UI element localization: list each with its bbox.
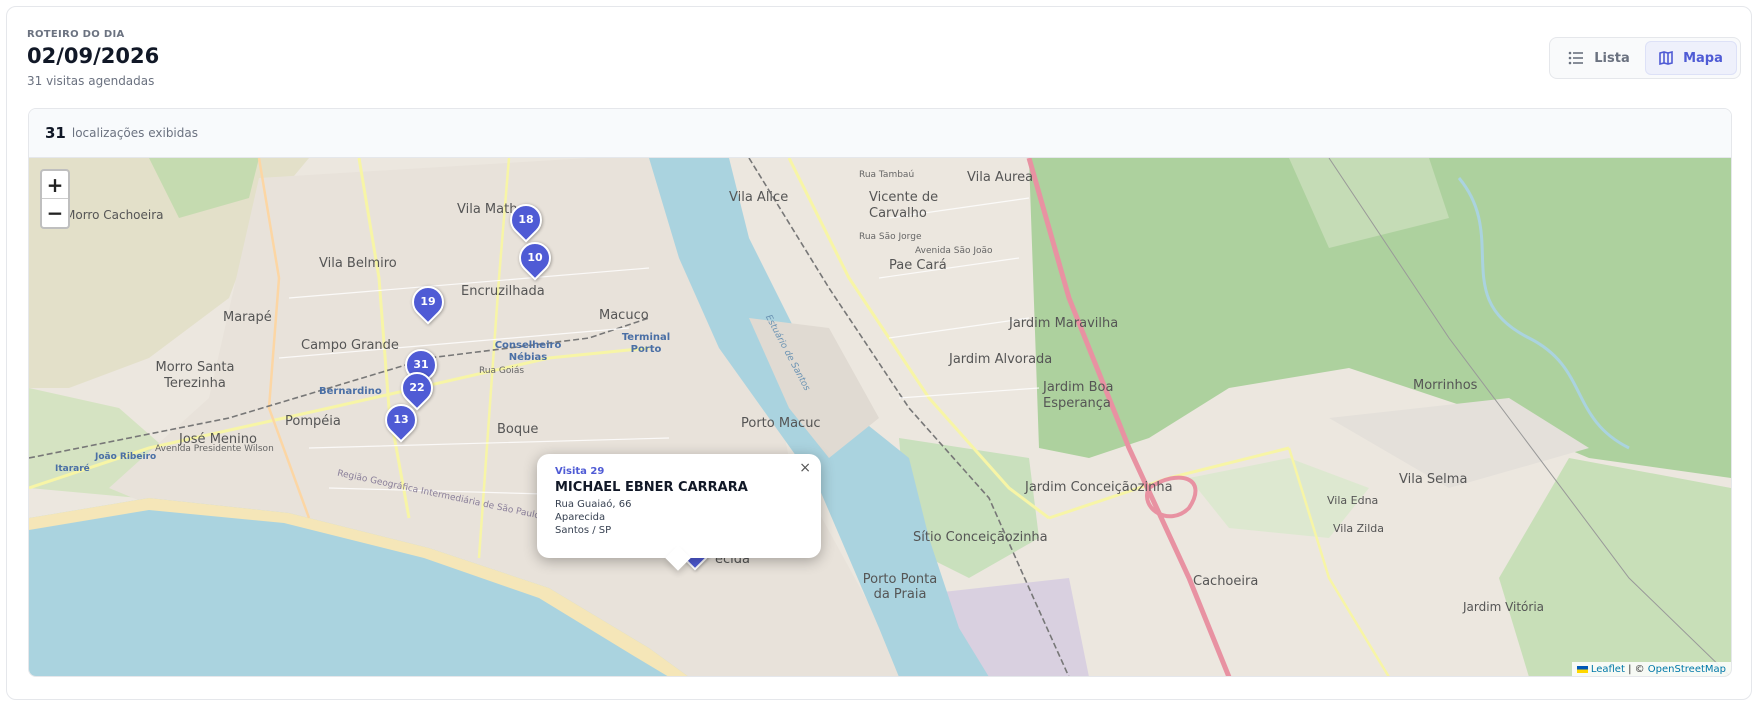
page-title-date: 02/09/2026: [27, 44, 160, 68]
map-label-joao-ribeiro: João Ribeiro: [95, 452, 157, 462]
map-label-rua-sao-jorge: Rua São Jorge: [859, 232, 922, 242]
map-label-pae-cara: Pae Cará: [889, 258, 947, 273]
view-toggle: Lista Mapa: [1549, 37, 1741, 79]
marker-number: 19: [420, 295, 436, 308]
map-label-jardim-vitoria: Jardim Vitória: [1463, 600, 1545, 614]
ukraine-flag-icon: [1576, 665, 1588, 673]
locations-count-label: localizações exibidas: [71, 126, 198, 140]
zoom-in-button[interactable]: +: [42, 171, 68, 199]
map-label-vila-selma: Vila Selma: [1399, 472, 1468, 487]
map-view-label: Mapa: [1683, 50, 1723, 66]
visit-popup: × Visita 29 MICHAEL EBNER CARRARA Rua Gu…: [537, 454, 821, 571]
map-panel: 31 localizações exibidas Vila Aurea Vila…: [28, 108, 1732, 677]
osm-link[interactable]: OpenStreetMap: [1648, 664, 1726, 675]
popup-visit-title: Visita 29: [555, 466, 605, 477]
map-label-jardim-conceicaozinha: Jardim Conceiçãozinha: [1025, 480, 1173, 495]
map-label-pompeia: Pompéia: [285, 414, 341, 429]
map-label-vicente-de-carvalho: Vicente de Carvalho: [869, 190, 939, 221]
list-icon: [1568, 51, 1584, 65]
map-label-rua-goias: Rua Goiás: [479, 366, 525, 376]
map-label-boqueirao: Boque: [497, 422, 539, 437]
map-label-porto-ponta-da-praia: Porto Ponta da Praia: [862, 572, 938, 602]
list-view-label: Lista: [1594, 50, 1630, 66]
map-label-jardim-boa-esperanca: Jardim Boa Esperança: [1043, 380, 1114, 411]
map-label-jardim-alvorada: Jardim Alvorada: [949, 352, 1053, 367]
map-label-vila-edna: Vila Edna: [1327, 494, 1379, 507]
popup-city: Santos / SP: [555, 525, 612, 536]
map-label-terminal-porto: Terminal Porto: [621, 332, 671, 355]
zoom-out-button[interactable]: −: [42, 199, 68, 227]
marker-number: 10: [527, 251, 543, 264]
locations-count: 31: [45, 124, 66, 142]
map-label-morrinhos: Morrinhos: [1413, 378, 1478, 393]
list-view-button[interactable]: Lista: [1553, 41, 1645, 75]
map-label-avenida-presidente-wilson: Avenida Presidente Wilson: [155, 444, 274, 454]
marker-number: 22: [409, 381, 425, 394]
zoom-control: + −: [40, 169, 70, 229]
leaflet-link[interactable]: Leaflet: [1591, 664, 1625, 675]
map-canvas[interactable]: Vila Aurea Vila Alice Vicente de Carvalh…: [29, 158, 1731, 676]
map-label-morro-santa-terezinha: Morro Santa Terezinha: [155, 360, 235, 391]
map-label-macuco: Macuco: [599, 308, 649, 323]
map-label-encruzilhada: Encruzilhada: [461, 284, 545, 299]
attribution-separator: | ©: [1624, 664, 1648, 675]
popup-district: Aparecida: [555, 512, 606, 523]
map-panel-header: 31 localizações exibidas: [29, 109, 1731, 158]
map-label-sitio-conceicaozinha: Sítio Conceiçãozinha: [913, 530, 1048, 545]
map-label-jardim-maravilha: Jardim Maravilha: [1009, 316, 1119, 331]
map-label-cachoeira: Cachoeira: [1193, 574, 1259, 589]
map-label-vila-aurea: Vila Aurea: [967, 170, 1034, 185]
map-label-morro-cachoeira: Morro Cachoeira: [65, 208, 164, 222]
map-view-button[interactable]: Mapa: [1645, 41, 1737, 75]
map-icon: [1659, 51, 1673, 65]
route-card: ROTEIRO DO DIA 02/09/2026 31 visitas age…: [6, 6, 1752, 700]
map-label-porto-macuco: Porto Macuc: [741, 416, 821, 431]
map-label-campo-grande: Campo Grande: [301, 338, 399, 353]
eyebrow-label: ROTEIRO DO DIA: [27, 29, 125, 40]
map-label-avenida-sao-joao: Avenida São João: [915, 246, 993, 256]
popup-close-button[interactable]: ×: [799, 460, 811, 476]
map-label-vila-alice: Vila Alice: [729, 190, 789, 205]
visits-count-subtitle: 31 visitas agendadas: [27, 74, 155, 88]
map-label-rua-tambau: Rua Tambaú: [859, 170, 915, 180]
map-label-vila-zilda: Vila Zilda: [1333, 522, 1385, 535]
map-label-conselheiro-nebias: Conselheiro Nébias: [494, 340, 562, 363]
map-label-itarare: Itararé: [55, 464, 90, 474]
marker-number: 18: [518, 213, 534, 226]
popup-street: Rua Guaiaó, 66: [555, 499, 632, 510]
map-attribution: Leaflet | © OpenStreetMap: [1571, 662, 1731, 676]
map-label-marape: Marapé: [223, 310, 272, 325]
map-label-vila-mathias: Vila Math: [457, 202, 518, 217]
map-label-vila-belmiro: Vila Belmiro: [319, 256, 397, 271]
popup-client-name: MICHAEL EBNER CARRARA: [555, 480, 748, 495]
map-label-bernardino: Bernardino: [319, 386, 382, 397]
marker-number: 13: [393, 413, 409, 426]
